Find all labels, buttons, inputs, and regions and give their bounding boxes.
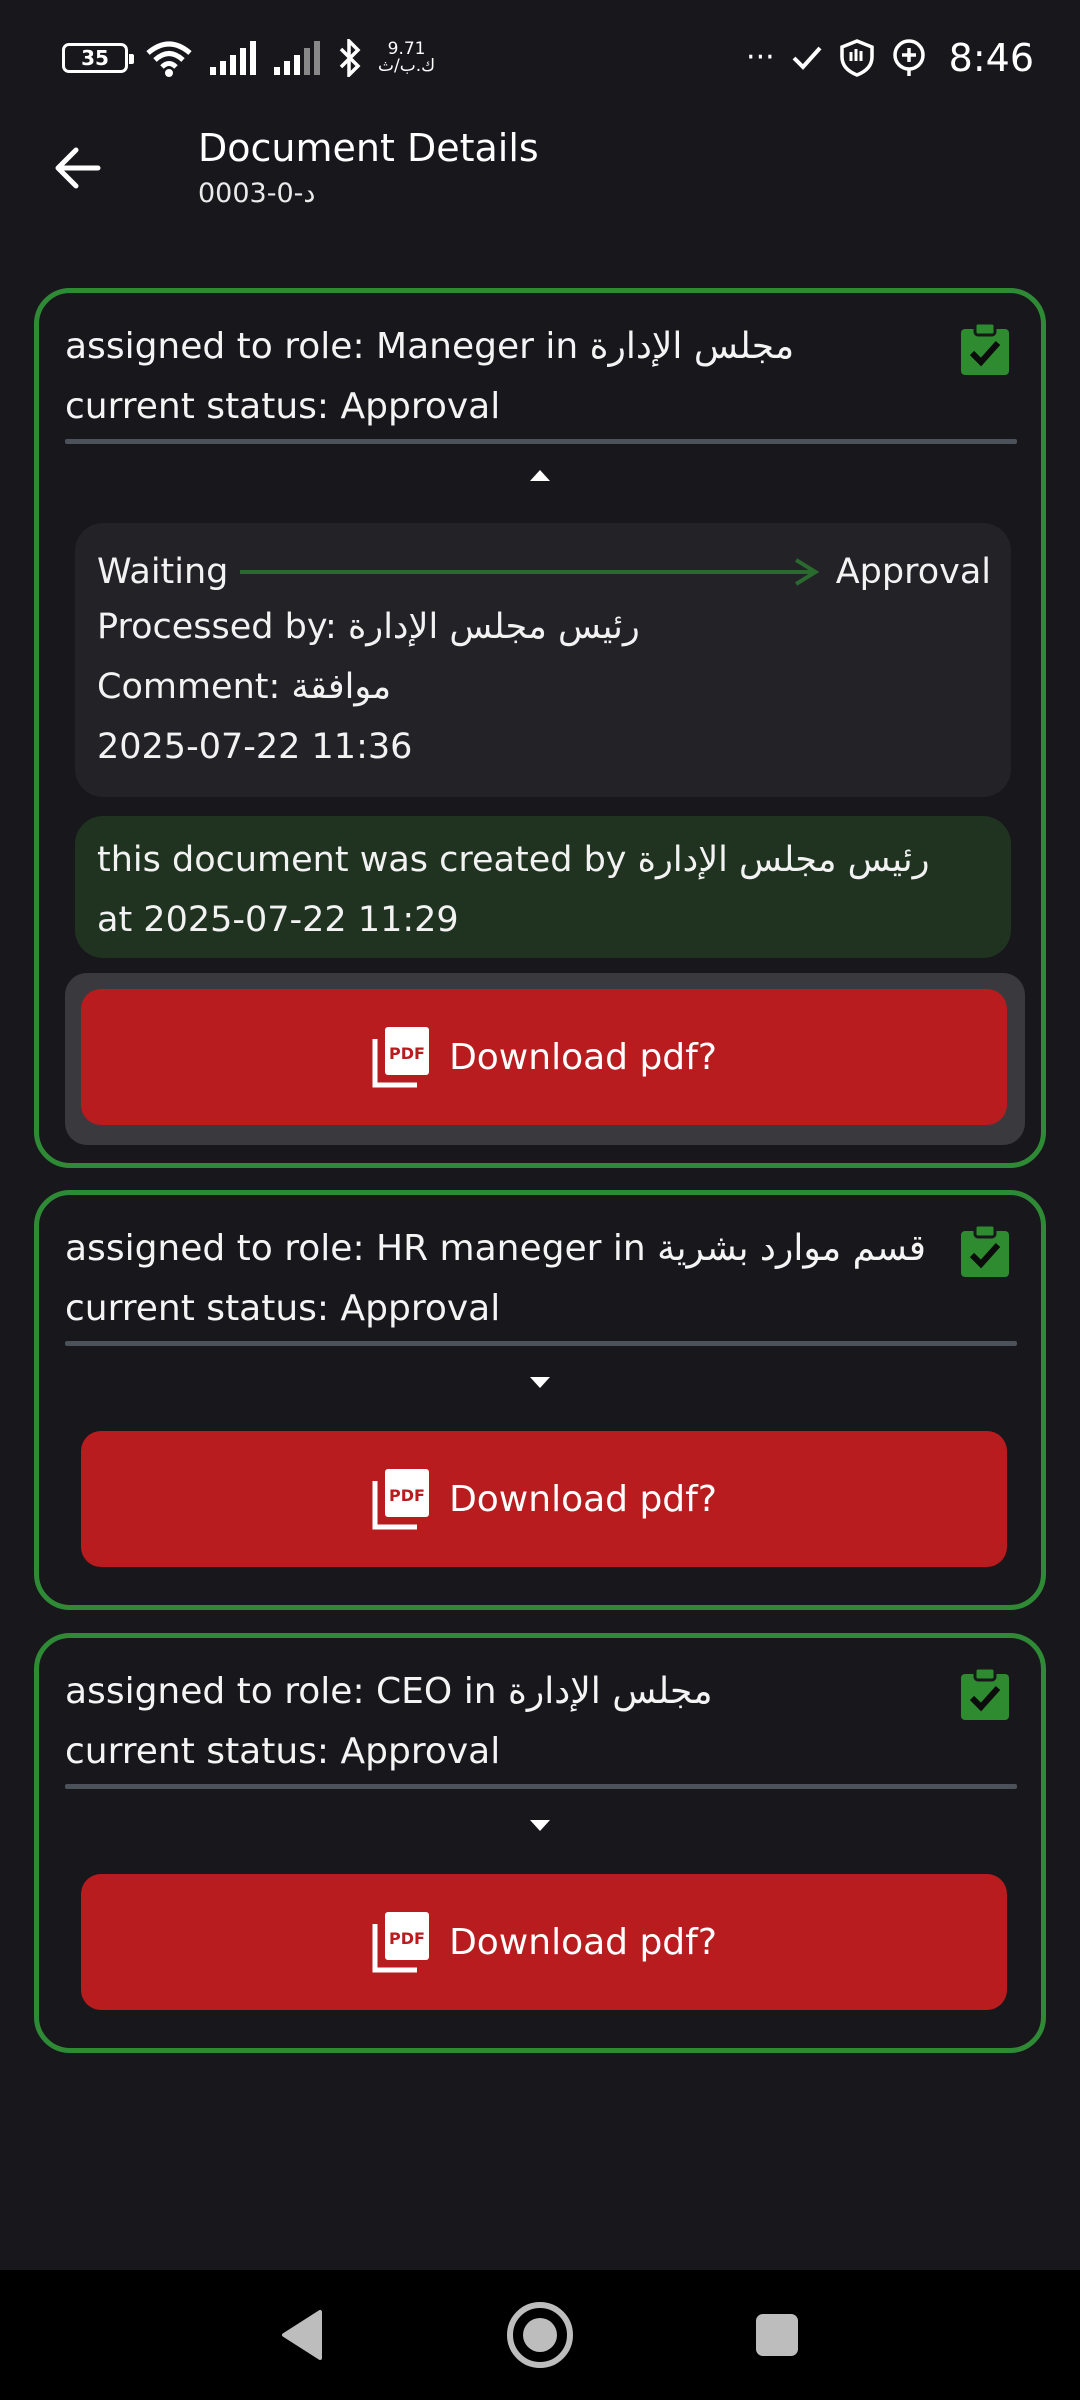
- created-at-text: at 2025-07-22 11:29: [97, 900, 459, 940]
- current-status-text: current status: Approval: [65, 1288, 501, 1329]
- clipboard-check-icon: [961, 1666, 1009, 1720]
- caret-up-icon: [530, 470, 550, 481]
- assigned-role-text: assigned to role: CEO in مجلس الإدارة: [65, 1671, 713, 1712]
- current-status-text: current status: Approval: [65, 1731, 501, 1772]
- network-speed-unit: ك.ب/ث: [378, 55, 436, 76]
- nav-back-icon[interactable]: [268, 2300, 338, 2370]
- network-speed: 9.71 ك.ب/ث: [378, 38, 436, 76]
- wifi-icon: [146, 41, 192, 77]
- approval-step-card[interactable]: assigned to role: HR maneger in قسم موار…: [34, 1190, 1046, 1610]
- pdf-file-icon: PDF: [372, 1469, 430, 1530]
- approval-step-card[interactable]: assigned to role: Maneger in مجلس الإدار…: [34, 288, 1046, 1168]
- assigned-role-text: assigned to role: Maneger in مجلس الإدار…: [65, 326, 795, 367]
- download-label: Download pdf?: [449, 1921, 717, 1963]
- download-pdf-button[interactable]: PDF Download pdf?: [81, 989, 1007, 1125]
- card-divider: [65, 1341, 1017, 1346]
- pdf-file-icon: PDF: [372, 1027, 430, 1088]
- history-entry: Waiting Approval Processed by: رئيس مجلس…: [75, 523, 1011, 797]
- pdf-file-icon: PDF: [372, 1912, 430, 1973]
- current-status-text: current status: Approval: [65, 386, 501, 427]
- collapse-toggle[interactable]: [39, 463, 1041, 488]
- download-pdf-button[interactable]: PDF Download pdf?: [81, 1874, 1007, 2010]
- svg-text:PDF: PDF: [389, 1929, 425, 1948]
- clipboard-check-icon: [961, 1223, 1009, 1277]
- download-label: Download pdf?: [449, 1036, 717, 1078]
- card-divider: [65, 1784, 1017, 1789]
- document-number: د-0-0003: [198, 178, 316, 209]
- processed-by-text: Processed by: رئيس مجلس الإدارة: [97, 607, 640, 647]
- check-notification-icon: [792, 46, 822, 70]
- page-title: Document Details: [198, 126, 539, 170]
- status-left: 35 9.71 ك.ب/ث: [62, 38, 436, 77]
- clipboard-check-icon: [961, 321, 1009, 375]
- location-plus-icon: [892, 38, 925, 76]
- history-timestamp: 2025-07-22 11:36: [97, 727, 413, 767]
- comment-text: Comment: موافقة: [97, 667, 392, 707]
- card-header: assigned to role: HR maneger in قسم موار…: [65, 1219, 926, 1339]
- nav-recents-icon[interactable]: [742, 2300, 812, 2370]
- card-header: assigned to role: Maneger in مجلس الإدار…: [65, 317, 794, 437]
- back-button[interactable]: [50, 140, 106, 196]
- card-header: assigned to role: CEO in مجلس الإدارة cu…: [65, 1662, 713, 1782]
- transition-arrow-icon: [240, 558, 820, 586]
- download-label: Download pdf?: [449, 1478, 717, 1520]
- download-pdf-button[interactable]: PDF Download pdf?: [81, 1431, 1007, 1567]
- created-by-text: this document was created by رئيس مجلس ا…: [97, 840, 930, 880]
- expand-toggle[interactable]: [39, 1371, 1041, 1396]
- caret-down-icon: [530, 1377, 550, 1388]
- more-notifications-icon: ···: [746, 40, 775, 75]
- bluetooth-icon: [339, 38, 361, 77]
- caret-down-icon: [530, 1820, 550, 1831]
- status-bar: 35 9.71 ك.ب/ث ··· 8:46: [0, 0, 1080, 115]
- status-right: ··· 8:46: [746, 36, 1034, 80]
- to-status: Approval: [835, 552, 991, 592]
- card-divider: [65, 439, 1017, 444]
- nav-home-icon[interactable]: [504, 2299, 576, 2371]
- expand-toggle[interactable]: [39, 1814, 1041, 1839]
- clock: 8:46: [948, 35, 1034, 80]
- approval-step-card[interactable]: assigned to role: CEO in مجلس الإدارة cu…: [34, 1633, 1046, 2053]
- svg-text:PDF: PDF: [389, 1486, 425, 1505]
- signal-strength-icon: [210, 40, 256, 75]
- assigned-role-text: assigned to role: HR maneger in قسم موار…: [65, 1228, 926, 1269]
- battery-indicator: 35: [62, 42, 134, 73]
- arrow-left-icon: [55, 147, 101, 189]
- network-speed-value: 9.71: [387, 38, 426, 59]
- signal-strength-sim2-icon: [274, 40, 320, 75]
- system-nav-bar: [0, 2270, 1080, 2400]
- svg-text:PDF: PDF: [389, 1044, 425, 1063]
- created-info: this document was created by رئيس مجلس ا…: [75, 816, 1011, 958]
- shield-hand-icon: [839, 38, 874, 77]
- from-status: Waiting: [97, 552, 229, 592]
- status-transition: Waiting Approval: [97, 547, 991, 597]
